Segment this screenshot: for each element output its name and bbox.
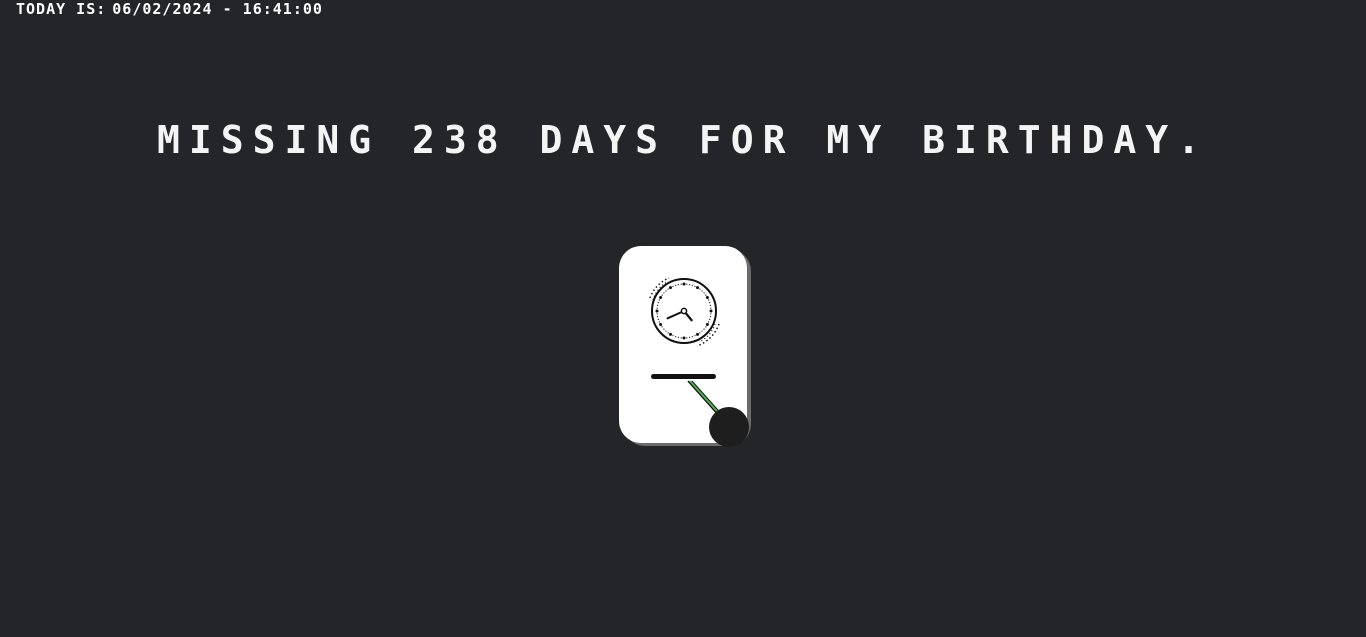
minute-tick xyxy=(699,332,701,334)
minute-tick xyxy=(703,292,705,294)
minute-tick xyxy=(686,283,688,285)
minute-tick xyxy=(658,321,660,323)
clock-center-pin xyxy=(680,307,688,315)
hour-tick xyxy=(705,323,709,326)
minute-tick xyxy=(663,328,665,330)
hour-tick xyxy=(659,323,663,326)
minute-tick xyxy=(657,318,659,320)
minute-tick xyxy=(667,332,669,334)
minute-tick xyxy=(686,337,688,339)
pendulum-clock-icon xyxy=(649,277,749,447)
minute-tick xyxy=(694,335,696,337)
hour-tick xyxy=(659,296,663,299)
minute-tick xyxy=(661,326,663,328)
minute-tick xyxy=(701,330,703,332)
minute-tick xyxy=(672,285,674,287)
minute-tick xyxy=(708,321,710,323)
minute-tick xyxy=(665,290,667,292)
minute-tick xyxy=(672,335,674,337)
hour-tick xyxy=(655,309,659,313)
minute-tick xyxy=(710,313,712,315)
minute-tick xyxy=(691,284,693,286)
hour-tick xyxy=(696,332,699,336)
minute-tick xyxy=(703,328,705,330)
pendulum-bar xyxy=(651,374,716,379)
minute-tick xyxy=(656,313,658,315)
today-label: TODAY IS: xyxy=(16,0,107,18)
minute-tick xyxy=(709,304,712,306)
minute-tick xyxy=(667,288,669,290)
minute-tick xyxy=(675,336,677,338)
pendulum-bob xyxy=(709,407,749,447)
minute-tick xyxy=(689,283,691,286)
minute-tick xyxy=(694,285,696,287)
minute-tick xyxy=(656,307,658,309)
hour-tick xyxy=(696,286,699,290)
minute-tick xyxy=(710,307,712,309)
hour-tick xyxy=(682,336,686,340)
current-datetime: 06/02/2024 - 16:41:00 xyxy=(112,0,323,18)
minute-tick xyxy=(656,304,659,306)
minute-tick xyxy=(709,318,711,320)
minute-tick xyxy=(709,316,712,318)
minute-tick xyxy=(661,294,663,296)
hour-tick xyxy=(705,296,709,299)
minute-tick xyxy=(656,316,659,318)
minute-tick xyxy=(701,290,703,292)
minute-tick xyxy=(691,336,693,338)
hour-tick xyxy=(669,286,672,290)
pendulum-clock-card xyxy=(619,246,749,447)
minute-tick xyxy=(675,284,677,286)
minute-tick xyxy=(665,330,667,332)
hour-tick xyxy=(682,282,686,286)
minute-tick xyxy=(699,288,701,290)
minute-tick xyxy=(680,337,682,339)
minute-tick xyxy=(708,299,710,301)
minute-tick xyxy=(677,283,679,286)
minute-tick xyxy=(657,302,659,304)
birthday-countdown-title: MISSING 238 DAYS FOR MY BIRTHDAY. xyxy=(157,118,1209,162)
hour-tick xyxy=(669,332,672,336)
minute-tick xyxy=(680,283,682,285)
minute-tick xyxy=(709,302,711,304)
minute-tick xyxy=(705,294,707,296)
minute-tick xyxy=(658,299,660,301)
current-date-bar: TODAY IS: 06/02/2024 - 16:41:00 xyxy=(16,0,323,18)
minute-tick xyxy=(689,336,691,339)
minute-tick xyxy=(677,336,679,339)
hour-tick xyxy=(709,309,713,313)
minute-tick xyxy=(705,326,707,328)
minute-tick xyxy=(663,292,665,294)
